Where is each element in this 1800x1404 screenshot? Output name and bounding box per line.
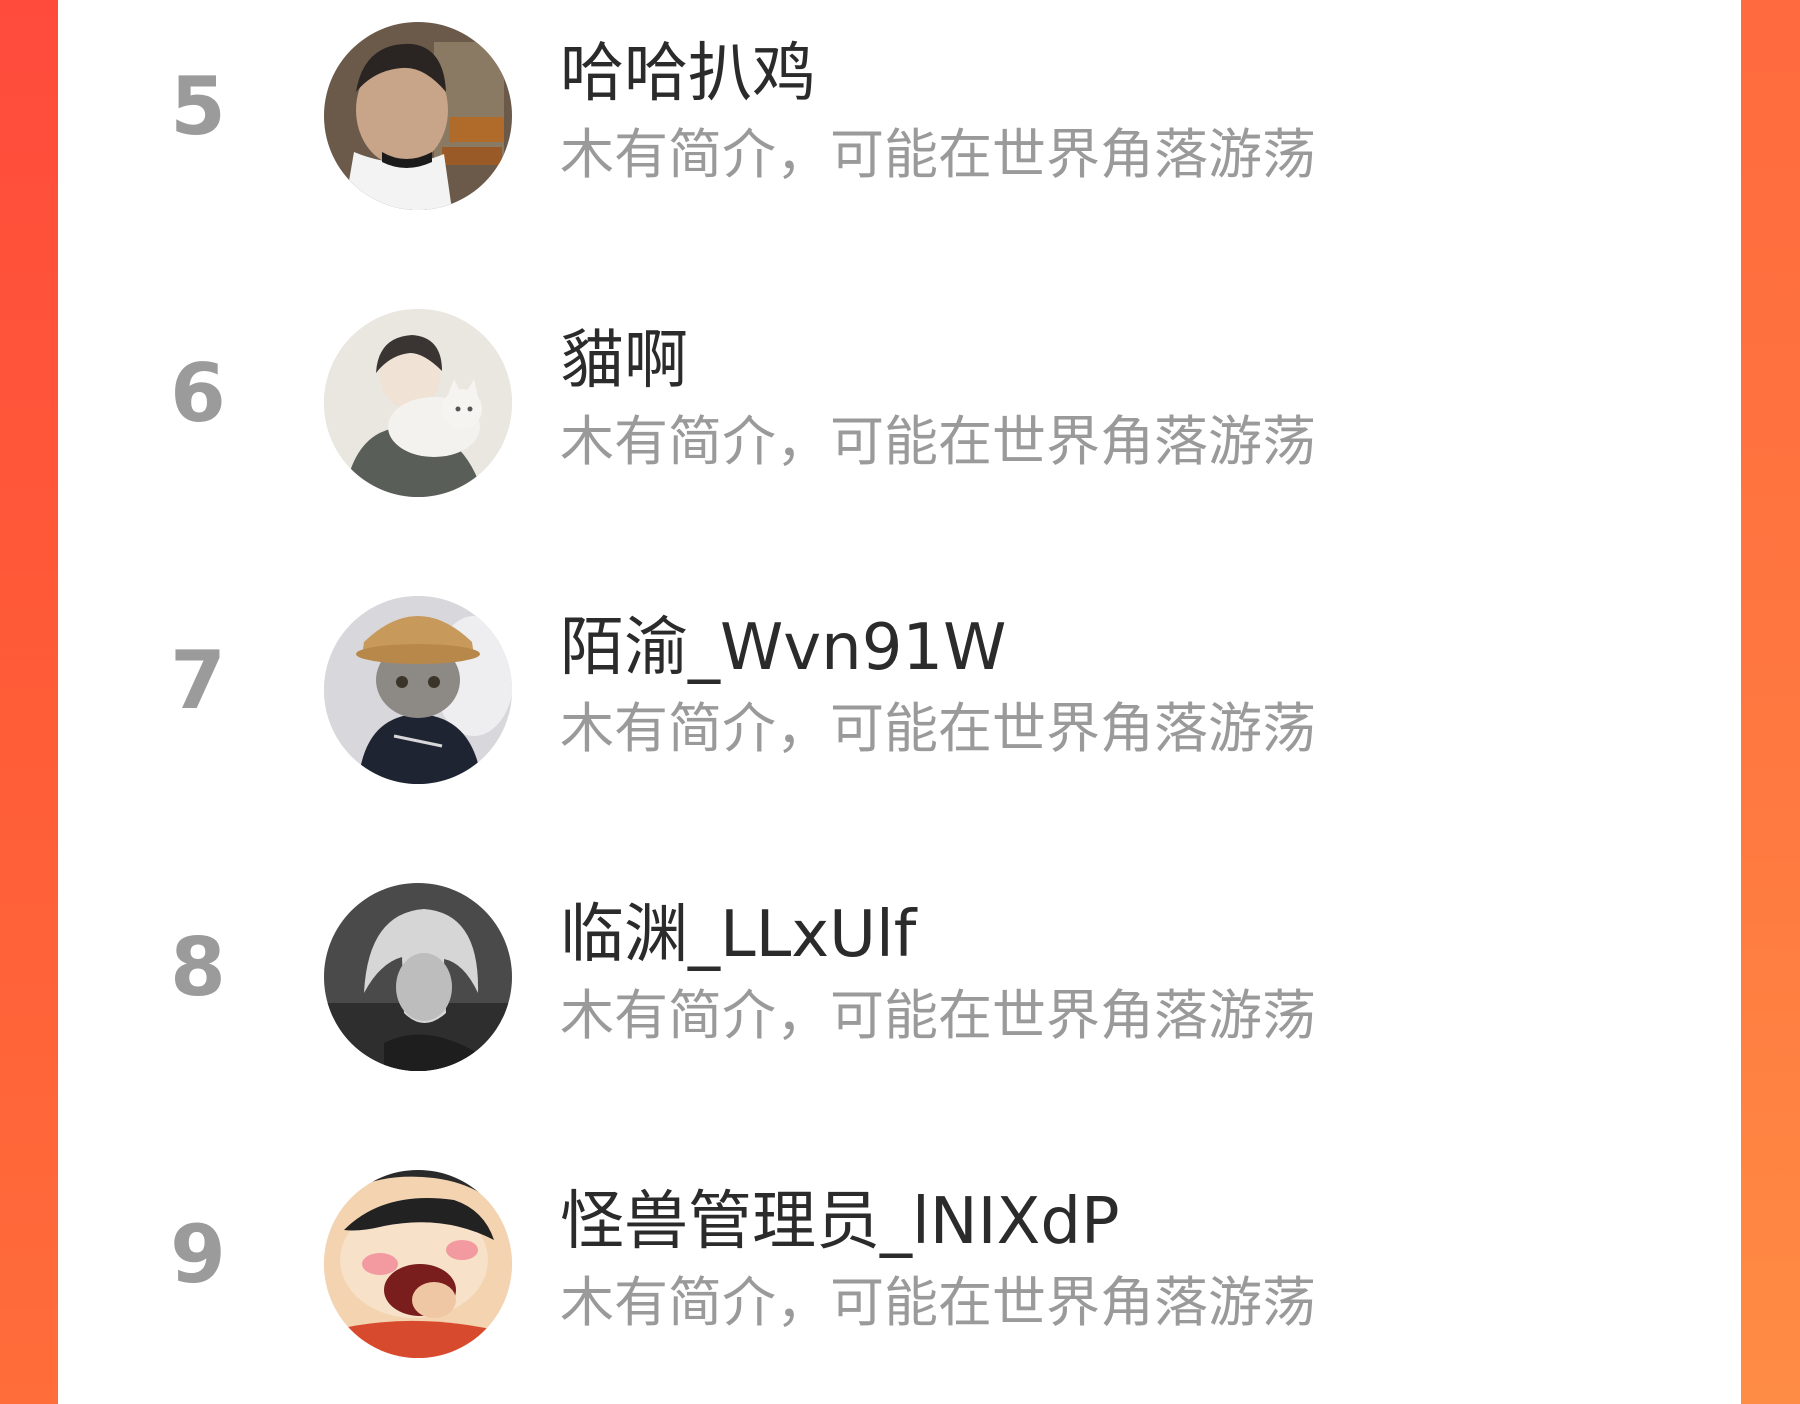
ranking-item[interactable]: 7 陌渝_Wvn91W 木有简介，可能在世界角落游荡 — [58, 596, 1741, 796]
background-accent-strip — [1740, 0, 1800, 1404]
ranking-item[interactable]: 5 哈哈扒鸡 木有简介，可能在世界角落游荡 — [58, 22, 1741, 222]
user-bio: 木有简介，可能在世界角落游荡 — [560, 410, 1316, 473]
ranking-item[interactable]: 9 怪兽管理员_lNIXdP 木有简介，可能在世界角落游荡 — [58, 1170, 1741, 1370]
user-avatar-icon[interactable] — [324, 883, 512, 1071]
rank-number: 5 — [170, 60, 226, 153]
user-bio: 木有简介，可能在世界角落游荡 — [560, 697, 1316, 760]
ranking-item[interactable]: 6 貓啊 木有简介，可能在世界角落游荡 — [58, 309, 1741, 509]
ranking-list: 5 哈哈扒鸡 木有简介，可能在世界角落游荡 6 貓啊 木有简介，可能在世界角落游… — [58, 0, 1741, 1404]
grayscale-anime-avatar-icon — [324, 883, 512, 1071]
anime-boy-cat-avatar-icon — [324, 309, 512, 497]
rank-number: 6 — [170, 347, 226, 440]
user-bio: 木有简介，可能在世界角落游荡 — [560, 984, 1316, 1047]
barber-photo-avatar-icon — [324, 22, 512, 210]
cartoon-boy-avatar-icon — [324, 1170, 512, 1358]
user-avatar-icon[interactable] — [324, 22, 512, 210]
rank-number: 9 — [170, 1208, 226, 1301]
rank-number: 7 — [170, 634, 226, 727]
user-name[interactable]: 临渊_LLxUlf — [560, 897, 916, 973]
user-name[interactable]: 怪兽管理员_lNIXdP — [560, 1184, 1120, 1260]
user-avatar-icon[interactable] — [324, 596, 512, 784]
user-bio: 木有简介，可能在世界角落游荡 — [560, 123, 1316, 186]
ranking-item[interactable]: 8 临渊_LLxUlf 木有简介，可能在世界角落游荡 — [58, 883, 1741, 1083]
cat-in-hat-avatar-icon — [324, 596, 512, 784]
user-name[interactable]: 陌渝_Wvn91W — [560, 610, 1006, 686]
rank-number: 8 — [170, 921, 226, 1014]
user-name[interactable]: 貓啊 — [560, 323, 688, 399]
user-name[interactable]: 哈哈扒鸡 — [560, 36, 816, 112]
user-avatar-icon[interactable] — [324, 309, 512, 497]
user-bio: 木有简介，可能在世界角落游荡 — [560, 1271, 1316, 1334]
user-avatar-icon[interactable] — [324, 1170, 512, 1358]
